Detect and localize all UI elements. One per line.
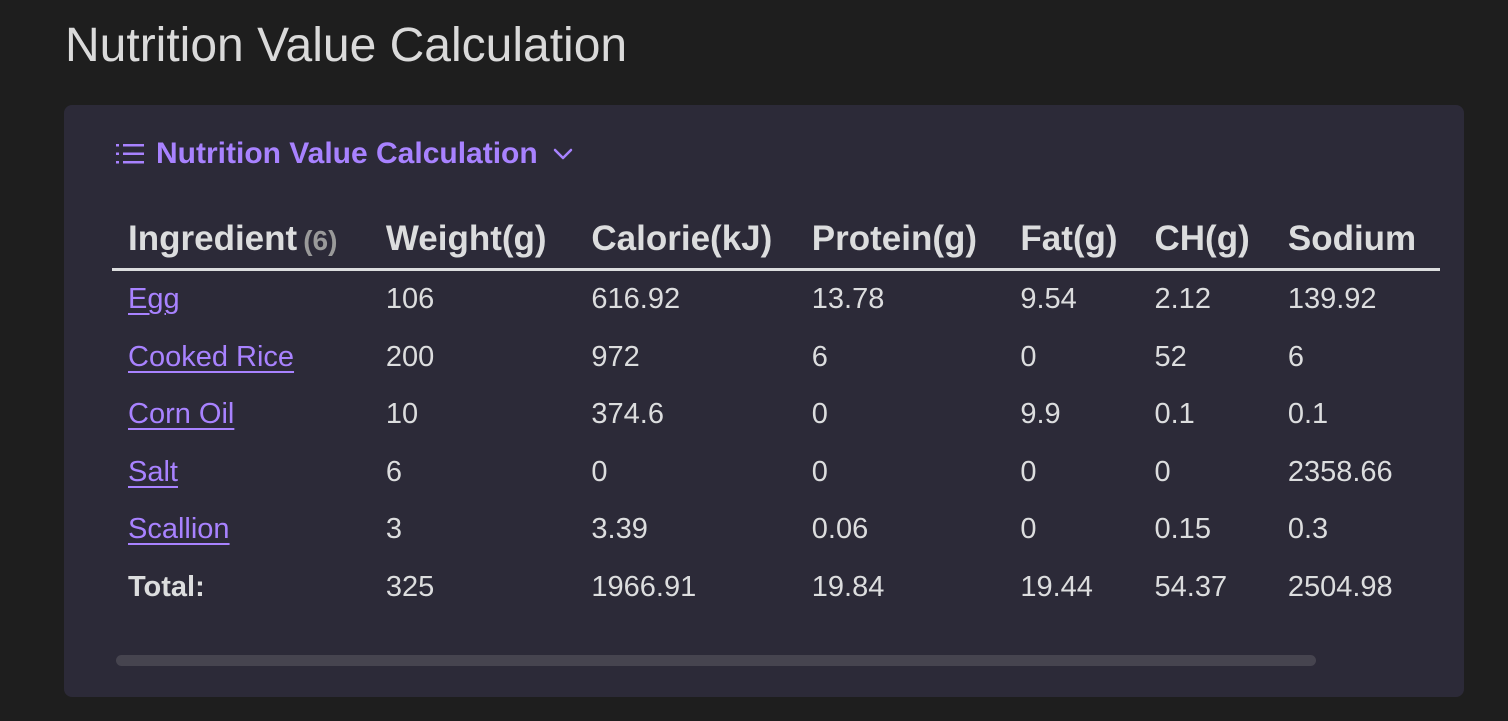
column-header-sodium[interactable]: Sodium	[1271, 210, 1440, 271]
table-cell: 616.92	[591, 283, 681, 316]
list-icon	[114, 140, 146, 168]
table-cell: 6	[811, 340, 828, 373]
column-header-weight[interactable]: Weight(g)	[369, 210, 576, 271]
total-cell: 325	[385, 570, 435, 603]
table-cell: 3	[385, 513, 403, 546]
total-cell: 19.44	[1020, 570, 1093, 603]
table-header-row: Ingredient (6) Weight(g) Calorie(kJ) Prot…	[112, 210, 1440, 271]
table-row: Corn Oil 10 374.6 0 9.9 0.1 0.1	[112, 386, 1440, 444]
horizontal-scrollbar[interactable]	[116, 655, 1316, 666]
table-cell: 374.6	[591, 398, 664, 431]
table-cell: 9.54	[1020, 283, 1077, 316]
table-cell: 10	[385, 398, 419, 431]
table-cell: 0.1	[1287, 398, 1329, 431]
table-row: Scallion 3 3.39 0.06 0 0.15 0.3	[112, 501, 1440, 559]
table-cell: 139.92	[1287, 283, 1377, 316]
table-cell: 0	[1154, 455, 1171, 488]
table-cell: 0.15	[1154, 513, 1211, 546]
table-cell: 3.39	[591, 513, 648, 546]
total-cell: 54.37	[1154, 570, 1228, 603]
table-cell: 200	[385, 340, 435, 373]
table-cell: 52	[1154, 340, 1187, 373]
table-cell: 0	[811, 455, 828, 488]
table-cell: 13.78	[811, 283, 885, 316]
dataview-card: Nutrition Value Calculation Ingredient (6…	[64, 105, 1464, 697]
total-cell: 2504.98	[1287, 570, 1393, 603]
table-cell: 972	[591, 340, 640, 373]
table-cell: 9.9	[1020, 398, 1061, 431]
table-cell: 106	[385, 283, 435, 316]
table-scroll-container[interactable]: Ingredient (6) Weight(g) Calorie(kJ) Prot…	[112, 210, 1440, 620]
table-row: Egg 106 616.92 13.78 9.54 2.12 139.92	[112, 270, 1440, 329]
table-row: Cooked Rice 200 972 6 0 52 6	[112, 329, 1440, 387]
table-cell: 6	[1287, 340, 1304, 373]
column-header-protein[interactable]: Protein(g)	[795, 210, 1005, 271]
ingredient-count: (6)	[303, 225, 338, 256]
table-total-row: Total: 325 1966.91 19.84 19.44 54.37 250…	[112, 559, 1440, 617]
table-row: Salt 6 0 0 0 0 2358.66	[112, 444, 1440, 502]
total-cell: 1966.91	[591, 570, 697, 603]
table-cell: 0	[1020, 513, 1037, 546]
table-cell: 6	[385, 455, 403, 488]
ingredient-link-scallion[interactable]: Scallion	[128, 513, 230, 545]
table-cell: 0	[1020, 340, 1037, 373]
ingredient-header-label: Ingredient	[128, 219, 298, 258]
table-cell: 0.1	[1154, 398, 1195, 431]
ingredient-link-salt[interactable]: Salt	[128, 456, 178, 488]
ingredient-link-cooked-rice[interactable]: Cooked Rice	[128, 341, 294, 373]
total-label: Total:	[128, 570, 205, 603]
column-header-fat[interactable]: Fat(g)	[1004, 210, 1139, 271]
ingredient-link-corn-oil[interactable]: Corn Oil	[128, 398, 234, 430]
nutrition-table: Ingredient (6) Weight(g) Calorie(kJ) Prot…	[112, 210, 1440, 616]
ingredient-link-egg[interactable]: Egg	[128, 283, 180, 315]
view-header-toggle[interactable]: Nutrition Value Calculation	[114, 137, 574, 171]
column-header-ch[interactable]: CH(g)	[1138, 210, 1272, 271]
page-title: Nutrition Value Calculation	[65, 19, 628, 72]
table-cell: 0.06	[811, 513, 869, 546]
column-header-calorie[interactable]: Calorie(kJ)	[575, 210, 796, 271]
view-header-label: Nutrition Value Calculation	[156, 137, 538, 170]
table-cell: 0	[1020, 455, 1037, 488]
total-cell: 19.84	[811, 570, 885, 603]
table-cell: 0	[811, 398, 828, 431]
table-cell: 0.3	[1287, 513, 1329, 546]
table-cell: 2358.66	[1287, 455, 1393, 488]
column-header-ingredient[interactable]: Ingredient (6)	[112, 210, 370, 271]
table-cell: 0	[591, 455, 608, 488]
chevron-down-icon	[552, 143, 574, 165]
table-cell: 2.12	[1154, 283, 1211, 316]
